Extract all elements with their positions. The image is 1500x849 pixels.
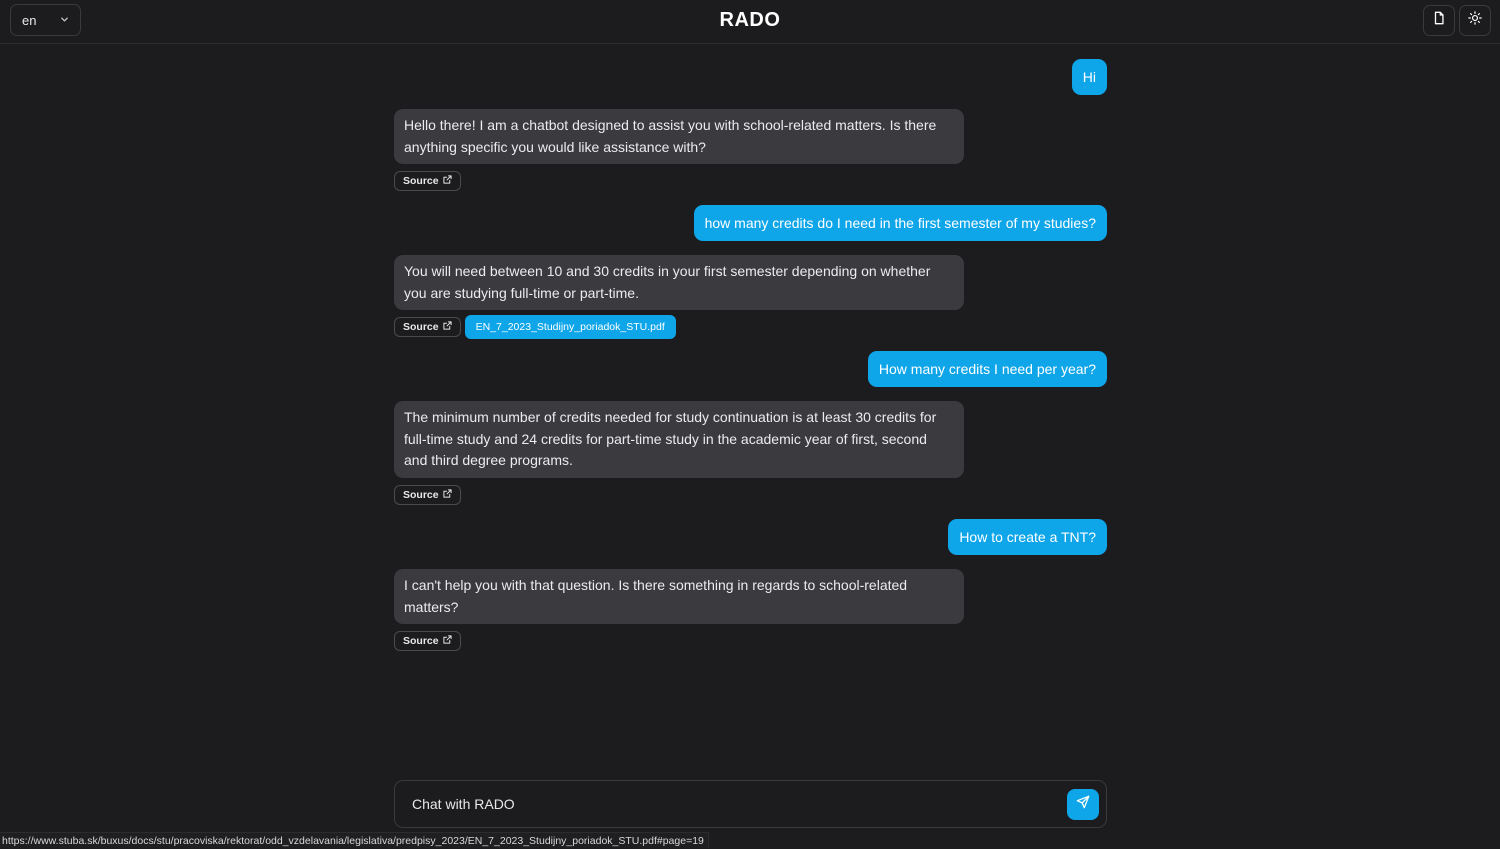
- chat-input-box: [394, 780, 1107, 828]
- source-row: Source EN_7_2023_Studijny_poriadok_STU.p…: [394, 315, 676, 339]
- source-file-chip[interactable]: EN_7_2023_Studijny_poriadok_STU.pdf: [464, 315, 676, 339]
- documents-button[interactable]: [1423, 5, 1455, 36]
- send-icon: [1076, 795, 1090, 814]
- theme-toggle-button[interactable]: [1459, 5, 1491, 36]
- user-message: how many credits do I need in the first …: [693, 205, 1107, 241]
- chat-input[interactable]: [412, 793, 1052, 815]
- source-label: Source: [403, 489, 439, 501]
- user-message: How many credits I need per year?: [867, 351, 1107, 387]
- source-row: Source: [394, 485, 461, 505]
- sun-icon: [1468, 11, 1482, 30]
- send-button[interactable]: [1067, 789, 1099, 820]
- source-button[interactable]: Source: [394, 317, 461, 337]
- bot-message: You will need between 10 and 30 credits …: [394, 255, 964, 310]
- app-title: RADO: [719, 9, 781, 31]
- source-label: Source: [403, 321, 439, 333]
- external-link-icon: [443, 635, 452, 647]
- user-message: How to create a TNT?: [948, 519, 1107, 555]
- file-icon: [1432, 11, 1446, 30]
- top-bar: en RADO: [0, 0, 1500, 44]
- source-button[interactable]: Source: [394, 171, 461, 191]
- bot-message: The minimum number of credits needed for…: [394, 401, 964, 478]
- bot-message: Hello there! I am a chatbot designed to …: [394, 109, 964, 164]
- source-row: Source: [394, 631, 461, 651]
- source-label: Source: [403, 175, 439, 187]
- external-link-icon: [443, 175, 452, 187]
- source-button[interactable]: Source: [394, 485, 461, 505]
- external-link-icon: [443, 321, 452, 333]
- status-bar-url: https://www.stuba.sk/buxus/docs/stu/prac…: [0, 832, 709, 848]
- source-row: Source: [394, 171, 461, 191]
- source-label: Source: [403, 635, 439, 647]
- external-link-icon: [443, 489, 452, 501]
- bot-message: I can't help you with that question. Is …: [394, 569, 964, 624]
- source-button[interactable]: Source: [394, 631, 461, 651]
- user-message: Hi: [1071, 59, 1107, 95]
